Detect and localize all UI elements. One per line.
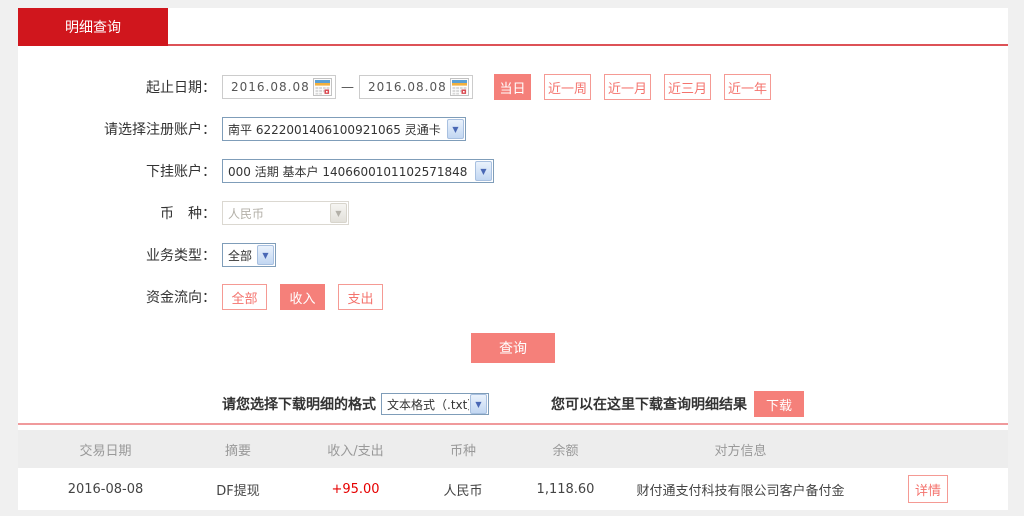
calendar-icon[interactable] <box>450 78 469 96</box>
business-type-value: 全部 <box>223 247 256 264</box>
business-type-select[interactable]: 全部 ▼ <box>222 243 276 267</box>
currency-select: 人民币 ▼ <box>222 201 349 225</box>
tab-label: 明细查询 <box>65 17 121 37</box>
register-account-label: 请选择注册账户： <box>18 119 222 139</box>
sub-account-select[interactable]: 000 活期 基本户 1406600101102571848 ▼ <box>222 159 494 183</box>
cell-currency: 人民币 <box>428 480 498 499</box>
register-account-row: 请选择注册账户： 南平 6222001406100921065 灵通卡 ▼ <box>18 116 1008 142</box>
download-format-select[interactable]: 文本格式（.txt） ▼ <box>381 393 489 415</box>
query-button-row: 查询 <box>18 333 1008 363</box>
cell-amount: +95.00 <box>283 482 428 497</box>
fund-flow-row: 资金流向： 全部 收入 支出 <box>18 284 1008 310</box>
chevron-down-icon: ▼ <box>470 394 487 414</box>
end-date-input[interactable]: 2016.08.08 <box>359 75 473 99</box>
header-currency: 币种 <box>428 440 498 459</box>
quick-range-week-button[interactable]: 近一周 <box>544 74 591 100</box>
business-type-row: 业务类型： 全部 ▼ <box>18 242 1008 268</box>
quick-range-month-button[interactable]: 近一月 <box>604 74 651 100</box>
start-date-value: 2016.08.08 <box>231 80 310 94</box>
cell-balance: 1,118.60 <box>498 482 633 497</box>
download-format-value: 文本格式（.txt） <box>382 396 469 413</box>
cell-date: 2016-08-08 <box>18 482 193 497</box>
download-button[interactable]: 下载 <box>754 391 804 417</box>
date-range-row: 起止日期： 2016.08.08 <box>18 74 1008 100</box>
sub-account-row: 下挂账户： 000 活期 基本户 1406600101102571848 ▼ <box>18 158 1008 184</box>
sub-account-label: 下挂账户： <box>18 161 222 181</box>
currency-label: 币 种： <box>18 203 222 223</box>
query-button[interactable]: 查询 <box>471 333 555 363</box>
download-hint: 您可以在这里下载查询明细结果 <box>551 394 747 414</box>
date-range-label: 起止日期： <box>18 77 222 97</box>
end-date-value: 2016.08.08 <box>368 80 447 94</box>
quick-range-3months-button[interactable]: 近三月 <box>664 74 711 100</box>
fund-flow-all-button[interactable]: 全部 <box>222 284 267 310</box>
register-account-select[interactable]: 南平 6222001406100921065 灵通卡 ▼ <box>222 117 466 141</box>
cell-summary: DF提现 <box>193 480 283 499</box>
quick-range-year-button[interactable]: 近一年 <box>724 74 771 100</box>
fund-flow-label: 资金流向： <box>18 287 222 307</box>
quick-range-today-button[interactable]: 当日 <box>494 74 531 100</box>
chevron-down-icon: ▼ <box>447 119 464 139</box>
detail-query-panel: 明细查询 起止日期： 2016.08.08 <box>18 8 1008 510</box>
header-amount: 收入/支出 <box>283 440 428 459</box>
download-row: 请您选择下载明细的格式 文本格式（.txt） ▼ 您可以在这里下载查询明细结果 … <box>18 391 1008 417</box>
currency-row: 币 种： 人民币 ▼ <box>18 200 1008 226</box>
query-form: 起止日期： 2016.08.08 <box>18 46 1008 510</box>
start-date-input[interactable]: 2016.08.08 <box>222 75 336 99</box>
register-account-value: 南平 6222001406100921065 灵通卡 <box>223 121 446 138</box>
detail-button[interactable]: 详情 <box>908 475 948 503</box>
table-header-row: 交易日期 摘要 收入/支出 币种 余额 对方信息 <box>18 430 1008 468</box>
header-balance: 余额 <box>498 440 633 459</box>
header-summary: 摘要 <box>193 440 283 459</box>
tab-bar: 明细查询 <box>18 8 1008 46</box>
business-type-label: 业务类型： <box>18 245 222 265</box>
table-row: 2016-08-08 DF提现 +95.00 人民币 1,118.60 财付通支… <box>18 468 1008 510</box>
currency-value: 人民币 <box>223 205 329 222</box>
header-counterparty: 对方信息 <box>633 440 848 459</box>
download-format-label: 请您选择下载明细的格式 <box>222 394 376 414</box>
results-table: 交易日期 摘要 收入/支出 币种 余额 对方信息 2016-08-08 DF提现… <box>18 430 1008 510</box>
tab-detail-query[interactable]: 明细查询 <box>18 8 168 46</box>
date-separator: — <box>341 80 354 95</box>
fund-flow-income-button[interactable]: 收入 <box>280 284 325 310</box>
cell-counterparty: 财付通支付科技有限公司客户备付金 <box>633 480 848 499</box>
calendar-icon[interactable] <box>313 78 332 96</box>
chevron-down-icon: ▼ <box>257 245 274 265</box>
chevron-down-icon: ▼ <box>475 161 492 181</box>
header-date: 交易日期 <box>18 440 193 459</box>
chevron-down-icon: ▼ <box>330 203 347 223</box>
fund-flow-expense-button[interactable]: 支出 <box>338 284 383 310</box>
sub-account-value: 000 活期 基本户 1406600101102571848 <box>223 163 474 180</box>
divider <box>18 423 1008 425</box>
